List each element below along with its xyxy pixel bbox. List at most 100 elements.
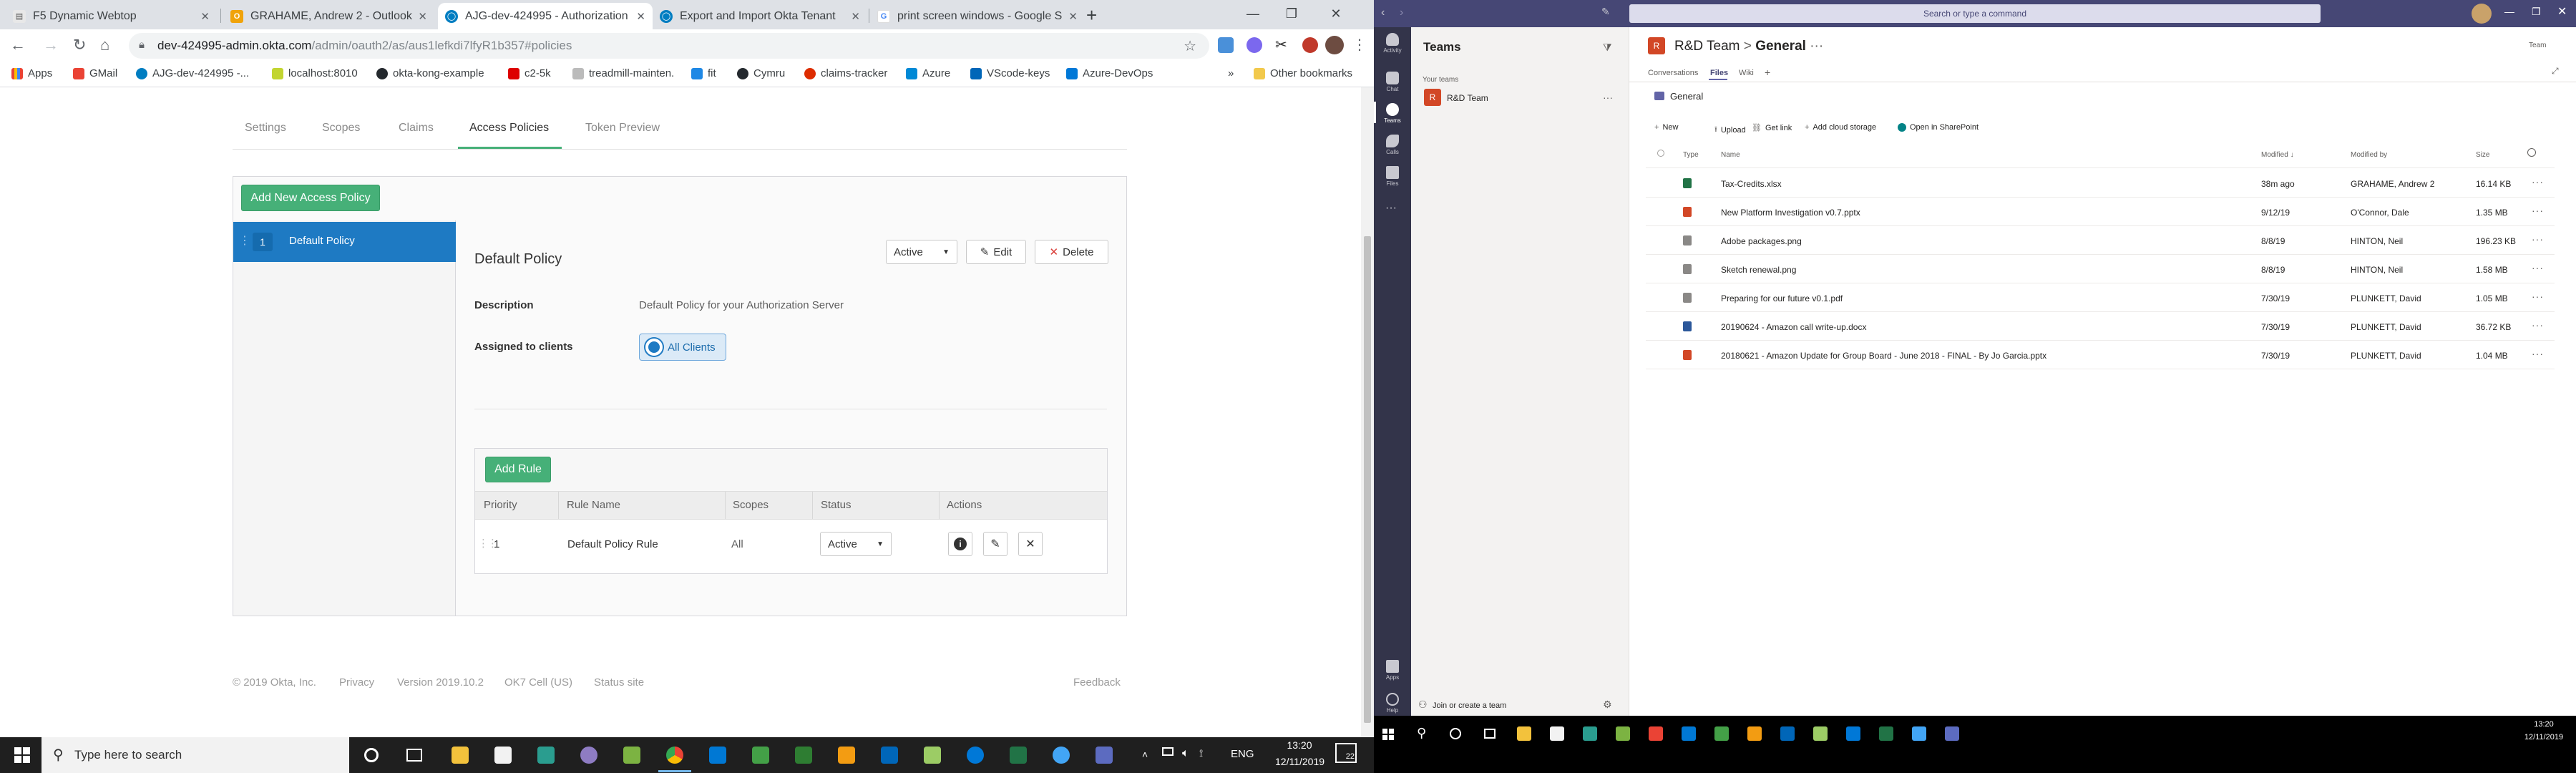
close-tab-icon[interactable]: ✕ [851,10,860,23]
app-blue-icon[interactable] [1049,743,1073,767]
team-info-button[interactable]: Team [2529,42,2546,49]
reload-icon[interactable]: ↻ [73,36,86,54]
file-name[interactable]: New Platform Investigation v0.7.pptx [1721,208,1860,218]
add-tab-icon[interactable]: + [1765,67,1770,78]
app-people-icon[interactable] [1092,743,1116,767]
rule-delete-button[interactable]: ✕ [1018,532,1043,556]
rail-apps[interactable]: Apps [1374,660,1411,681]
col-name[interactable]: Name [1721,151,1740,159]
chrome-menu-icon[interactable]: ⋮ [1352,36,1367,54]
refresh-icon[interactable] [2527,148,2536,157]
rail-calls[interactable]: Calls [1374,135,1411,155]
rail-activity[interactable]: Activity [1374,33,1411,54]
taskbar-app-icon[interactable] [1649,726,1663,741]
all-clients-chip[interactable]: All Clients [639,334,726,361]
add-new-access-policy-button[interactable]: Add New Access Policy [241,185,380,211]
upload-button[interactable]: ⭱ Upload [1714,123,1746,137]
file-more-icon[interactable]: ··· [2532,233,2544,245]
taskbar-app-icon[interactable] [1616,726,1630,741]
tab-token-preview[interactable]: Token Preview [585,122,660,135]
browser-tab-outlook[interactable]: O GRAHAME, Andrew 2 - Outlook ✕ [223,3,434,29]
app-green-icon[interactable] [534,743,558,767]
more-bookmarks-chevron[interactable]: » [1228,67,1234,79]
bookmark-other[interactable]: Other bookmarks [1254,67,1352,79]
tab-conversations[interactable]: Conversations [1648,69,1698,77]
extension-tool-icon[interactable]: ✂ [1275,36,1287,54]
file-explorer-icon[interactable] [448,743,472,767]
extension-red-icon[interactable] [1302,37,1318,53]
rule-status-select[interactable]: Active ▼ [820,532,892,556]
taskbar-app-icon[interactable] [1846,726,1860,741]
file-name[interactable]: Tax-Credits.xlsx [1721,179,1782,189]
close-window-icon[interactable]: ✕ [1317,3,1355,24]
bookmark-c2-5k[interactable]: c2-5k [508,67,551,79]
scrollbar-thumb[interactable] [1364,236,1371,723]
teams-close-icon[interactable]: ✕ [2557,4,2567,19]
taskbar-app-icon[interactable] [1912,726,1926,741]
extension-shield-icon[interactable] [1218,37,1234,53]
teams-restore-icon[interactable]: ❐ [2532,6,2541,18]
teams-minimize-icon[interactable]: — [2504,6,2514,17]
team-more-icon[interactable]: ··· [1603,92,1613,103]
file-row[interactable]: Sketch renewal.png 8/8/19 HINTON, Neil 1.58… [1646,255,2555,283]
profile-avatar[interactable] [1325,36,1344,54]
close-tab-icon[interactable]: ✕ [200,10,210,23]
rail-help[interactable]: Help [1374,693,1411,714]
close-tab-icon[interactable]: ✕ [1068,10,1078,23]
get-link-button[interactable]: ⛓ Get link [1752,123,1792,133]
file-name[interactable]: 20180621 - Amazon Update for Group Board… [1721,351,2046,361]
task-view-icon[interactable] [402,743,426,767]
taskbar-app-icon[interactable] [1879,726,1893,741]
network-icon[interactable]: ⟟ [1199,747,1203,759]
clock-time[interactable]: 13:20 [1275,739,1324,751]
tab-claims[interactable]: Claims [399,122,434,135]
close-tab-icon[interactable]: ✕ [636,10,645,23]
forward-icon[interactable]: › [1400,6,1403,19]
file-more-icon[interactable]: ··· [2532,291,2544,302]
bookmark-claims[interactable]: claims-tracker [804,67,887,79]
taskbar-app-icon[interactable] [1747,726,1762,741]
taskbar-app-icon[interactable] [1780,726,1795,741]
teams-search-box[interactable]: Search or type a command [1629,4,2321,23]
col-type[interactable]: Type [1683,151,1699,159]
file-row[interactable]: 20180621 - Amazon Update for Group Board… [1646,341,2555,369]
taskbar-app-icon[interactable] [1550,726,1564,741]
taskbar-app-icon[interactable] [1714,726,1729,741]
tab-settings[interactable]: Settings [245,122,286,135]
settings-gear-icon[interactable]: ⚙ [1603,699,1612,711]
edge-icon[interactable] [963,743,987,767]
app-purple-icon[interactable] [577,743,601,767]
rail-files[interactable]: Files [1374,166,1411,187]
task-view-icon-2[interactable] [1484,729,1496,739]
app-orange-icon[interactable] [834,743,859,767]
minimize-icon[interactable]: — [1234,3,1272,24]
file-row[interactable]: Adobe packages.png 8/8/19 HINTON, Neil 196.… [1646,226,2555,255]
col-modified[interactable]: Modified ↓ [2261,151,2294,159]
tab-files[interactable]: Files [1710,69,1728,77]
tray-chevron-icon[interactable]: ˄ [1142,749,1148,760]
filter-icon[interactable]: ⧩ [1603,42,1612,54]
bookmark-okta-kong[interactable]: okta-kong-example [376,67,484,79]
app-map-icon[interactable] [748,743,773,767]
file-more-icon[interactable]: ··· [2532,205,2544,216]
col-size[interactable]: Size [2476,151,2489,159]
file-row[interactable]: 20190624 - Amazon call write-up.docx 7/30… [1646,312,2555,341]
bookmark-okta[interactable]: AJG-dev-424995 -... [136,67,249,79]
tab-access-policies[interactable]: Access Policies [469,122,549,135]
taskbar-search-box[interactable]: ⚲ Type here to search [42,737,349,773]
open-in-sharepoint-button[interactable]: Open in SharePoint [1898,123,1979,132]
file-more-icon[interactable]: ··· [2532,262,2544,273]
feedback-link[interactable]: Feedback [1073,676,1121,689]
close-tab-icon[interactable]: ✕ [418,10,427,23]
cortana-icon-2[interactable] [1450,728,1461,739]
app-lime-icon[interactable] [620,743,644,767]
file-name[interactable]: Preparing for our future v0.1.pdf [1721,293,1843,303]
browser-tab-google[interactable]: G print screen windows - Google S ✕ [870,3,1085,29]
vscode-taskbar-icon[interactable] [877,743,902,767]
taskbar-app-icon[interactable] [1682,726,1696,741]
taskbar-app-icon[interactable] [1517,726,1531,741]
notification-center-icon[interactable]: 22 [1335,743,1357,763]
tab-wiki[interactable]: Wiki [1739,69,1754,77]
add-cloud-storage-button[interactable]: + Add cloud storage [1805,123,1876,132]
file-more-icon[interactable]: ··· [2532,176,2544,188]
